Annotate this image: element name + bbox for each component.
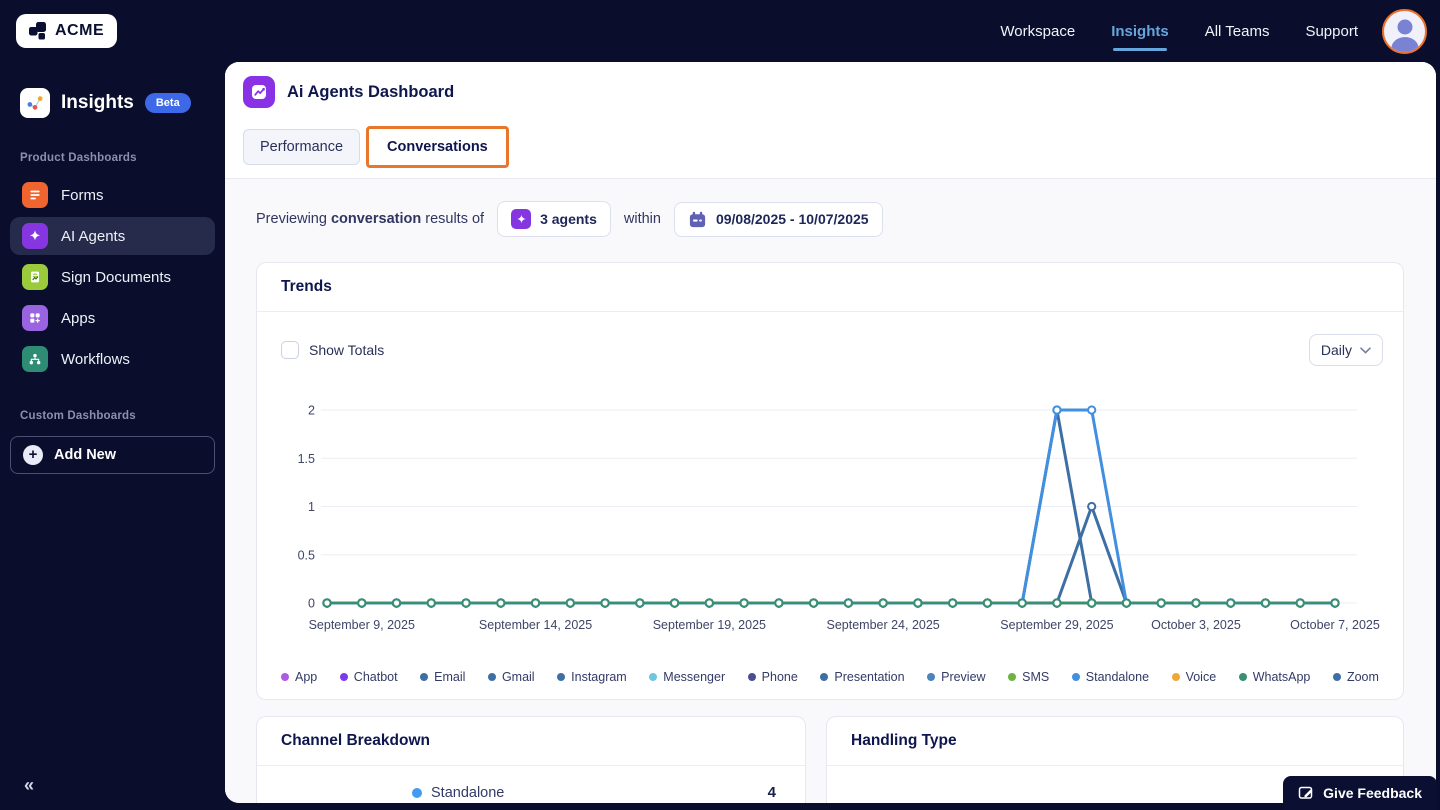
svg-text:0: 0 — [308, 597, 315, 611]
trends-title: Trends — [281, 278, 332, 295]
legend-item-instagram: Instagram — [557, 670, 627, 684]
show-totals-checkbox[interactable] — [281, 341, 299, 359]
logo-mark-icon — [29, 22, 48, 40]
panel-content: Previewing conversation results of 3 age… — [225, 179, 1436, 803]
legend-item-phone: Phone — [748, 670, 798, 684]
svg-text:1.5: 1.5 — [298, 452, 315, 466]
legend-item-preview: Preview — [927, 670, 985, 684]
sidebar-item-ai-agents[interactable]: AI Agents — [10, 217, 215, 255]
main-panel: Ai Agents Dashboard Performance Conversa… — [225, 62, 1436, 803]
sidebar-collapse-button[interactable]: « — [24, 775, 34, 796]
channel-breakdown-card: Channel Breakdown Standalone 4 — [256, 716, 806, 803]
legend-item-zoom: Zoom — [1333, 670, 1379, 684]
add-new-button[interactable]: + Add New — [10, 436, 215, 474]
panel-header: Ai Agents Dashboard Performance Conversa… — [225, 62, 1436, 179]
nav-item-insights[interactable]: Insights — [1111, 23, 1169, 40]
calendar-icon — [688, 210, 707, 229]
legend-item-app: App — [281, 670, 317, 684]
sidebar: Insights Beta Product Dashboards Forms A… — [0, 62, 225, 810]
chevron-down-icon — [1360, 347, 1371, 354]
trends-card: Trends Show Totals Daily 0 0.5 1 1.5 2 Septem… — [256, 262, 1404, 700]
nav-item-all-teams[interactable]: All Teams — [1205, 23, 1270, 40]
top-navigation: Workspace Insights All Teams Support — [1000, 23, 1358, 40]
handling-type-title: Handling Type — [851, 732, 957, 749]
sidebar-item-workflows[interactable]: Workflows — [10, 340, 215, 378]
svg-text:September 19, 2025: September 19, 2025 — [653, 618, 766, 632]
interval-select[interactable]: Daily — [1309, 334, 1383, 366]
legend-item-standalone: Standalone — [1072, 670, 1149, 684]
agents-select-button[interactable]: 3 agents — [497, 201, 611, 237]
svg-text:October 7, 2025: October 7, 2025 — [1290, 618, 1380, 632]
apps-icon — [22, 305, 48, 331]
legend-item-gmail: Gmail — [488, 670, 535, 684]
svg-text:September 9, 2025: September 9, 2025 — [309, 618, 415, 632]
sidebar-item-forms[interactable]: Forms — [10, 176, 215, 214]
sign-documents-icon — [22, 264, 48, 290]
trends-legend: App Chatbot Email Gmail Instagram Messenger Ph… — [281, 670, 1379, 684]
within-label: within — [624, 211, 661, 227]
show-totals-control: Show Totals — [281, 341, 384, 359]
svg-text:1: 1 — [308, 500, 315, 514]
avatar[interactable] — [1382, 9, 1427, 54]
feedback-pencil-icon — [1298, 785, 1315, 801]
channel-row-value: 4 — [768, 784, 776, 801]
svg-text:2: 2 — [308, 404, 315, 418]
ai-agents-icon — [22, 223, 48, 249]
section-product-dashboards: Product Dashboards — [20, 152, 225, 164]
svg-text:September 29, 2025: September 29, 2025 — [1000, 618, 1113, 632]
svg-text:October 3, 2025: October 3, 2025 — [1151, 618, 1241, 632]
dashboard-icon — [243, 76, 275, 108]
trends-chart-svg: 0 0.5 1 1.5 2 September 9, 2025 September 14, … — [281, 386, 1381, 638]
section-custom-dashboards: Custom Dashboards — [20, 410, 225, 422]
page-title: Ai Agents Dashboard — [287, 83, 454, 102]
workflows-icon — [22, 346, 48, 372]
svg-text:September 14, 2025: September 14, 2025 — [479, 618, 592, 632]
nav-item-workspace[interactable]: Workspace — [1000, 23, 1075, 40]
legend-item-messenger: Messenger — [649, 670, 725, 684]
date-range-button[interactable]: 09/08/2025 - 10/07/2025 — [674, 202, 883, 237]
legend-item-whatsapp: WhatsApp — [1239, 670, 1311, 684]
preview-sentence: Previewing conversation results of — [256, 211, 484, 227]
plus-circle-icon: + — [23, 445, 43, 465]
forms-icon — [22, 182, 48, 208]
topbar: ACME Workspace Insights All Teams Suppor… — [0, 0, 1440, 62]
give-feedback-button[interactable]: Give Feedback — [1283, 776, 1437, 810]
logo-text: ACME — [55, 22, 104, 40]
legend-item-email: Email — [420, 670, 465, 684]
beta-badge: Beta — [145, 93, 191, 113]
legend-item-voice: Voice — [1172, 670, 1217, 684]
sidebar-title: Insights — [61, 92, 134, 114]
tab-performance[interactable]: Performance — [243, 129, 360, 165]
sidebar-item-sign-documents[interactable]: Sign Documents — [10, 258, 215, 296]
channel-breakdown-title: Channel Breakdown — [281, 732, 430, 749]
agents-sparkle-icon — [511, 209, 531, 229]
channel-row: Standalone 4 — [412, 784, 776, 801]
nav-active-underline — [1113, 48, 1167, 51]
preview-bar: Previewing conversation results of 3 age… — [256, 201, 1404, 237]
dashboard-tabs: Performance Conversations — [243, 126, 1418, 168]
legend-item-sms: SMS — [1008, 670, 1049, 684]
channel-row-label: Standalone — [431, 785, 504, 801]
legend-item-presentation: Presentation — [820, 670, 904, 684]
tab-conversations[interactable]: Conversations — [366, 126, 509, 168]
acme-logo[interactable]: ACME — [16, 14, 117, 48]
person-icon — [1385, 14, 1425, 52]
bottom-cards-row: Channel Breakdown Standalone 4 Handling … — [256, 716, 1404, 803]
insights-app-icon — [20, 88, 50, 118]
sidebar-item-apps[interactable]: Apps — [10, 299, 215, 337]
channel-row-dot — [412, 788, 422, 798]
svg-text:0.5: 0.5 — [298, 548, 315, 562]
legend-item-chatbot: Chatbot — [340, 670, 398, 684]
nav-item-support[interactable]: Support — [1305, 23, 1358, 40]
svg-text:September 24, 2025: September 24, 2025 — [826, 618, 939, 632]
